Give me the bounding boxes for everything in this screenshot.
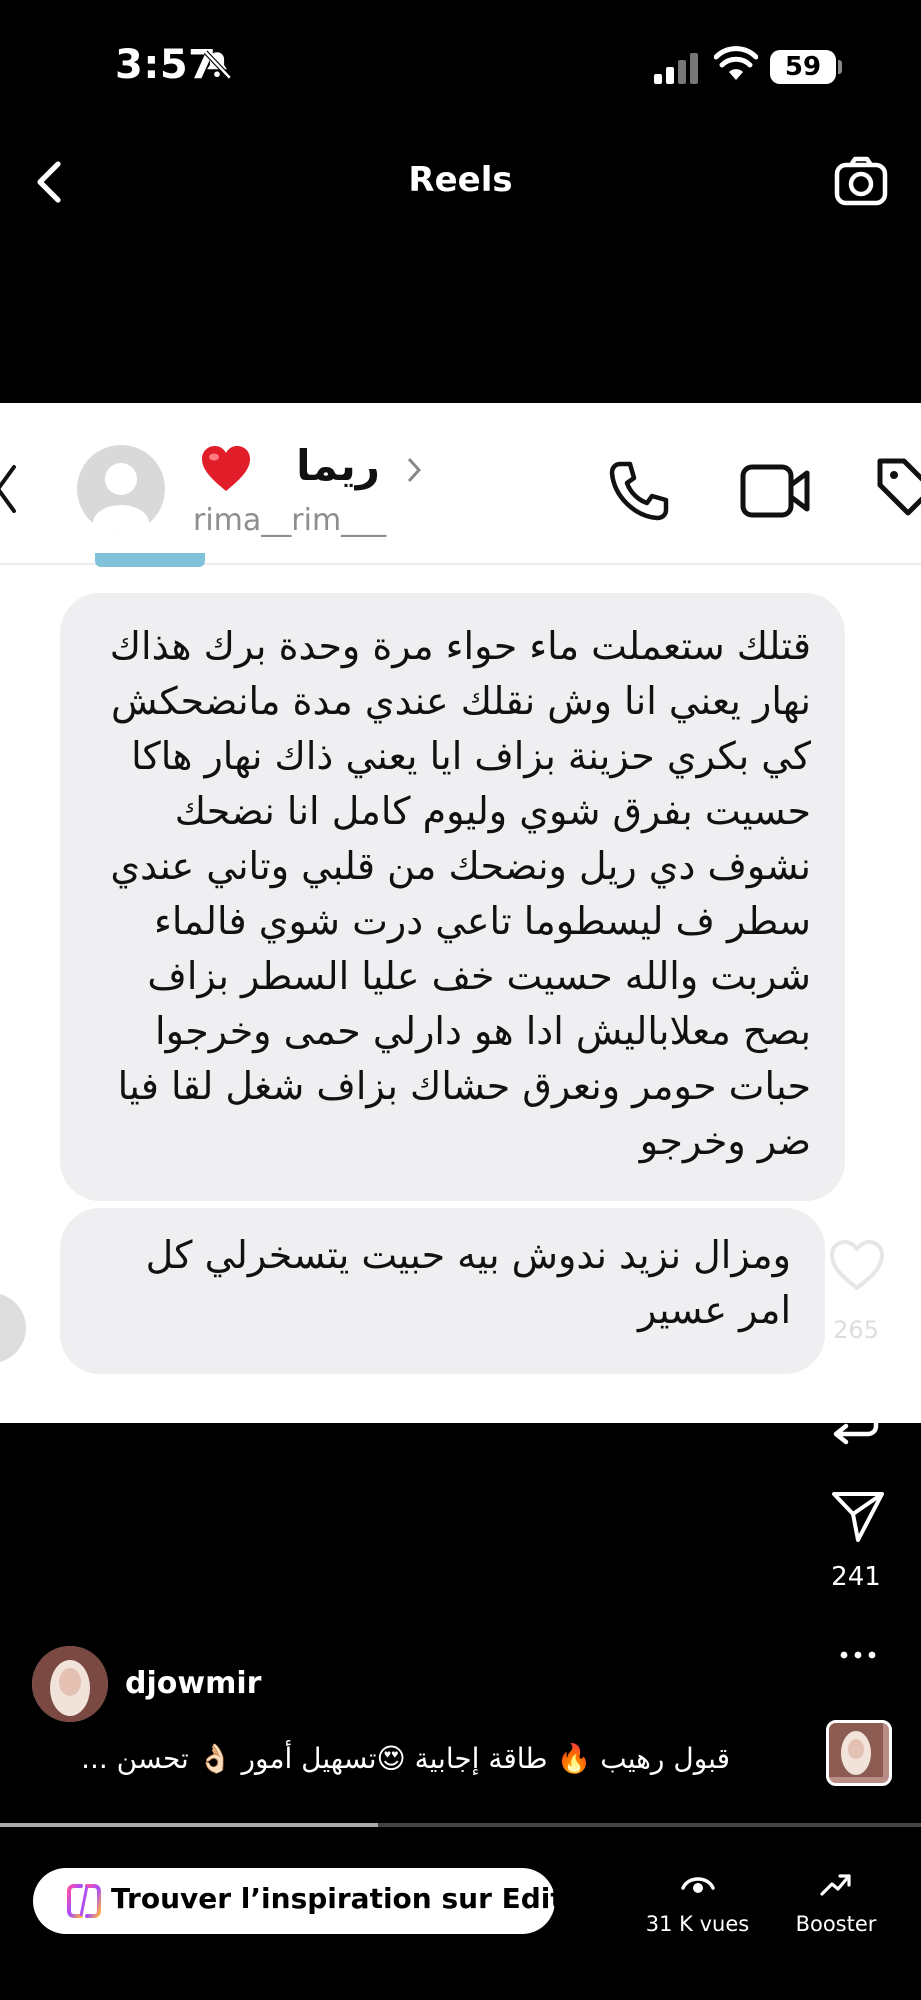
video-call-icon xyxy=(740,464,810,518)
audio-thumbnail[interactable] xyxy=(826,1720,892,1786)
sender-avatar xyxy=(0,1293,26,1363)
edits-button-label: Trouver l’inspiration sur Edits xyxy=(111,1882,581,1915)
chat-header: ريما rima__rim___ xyxy=(0,403,921,565)
battery-cap xyxy=(838,60,842,74)
chevron-right-icon xyxy=(407,457,422,483)
trending-up-icon[interactable] xyxy=(820,1870,852,1898)
like-count: 265 xyxy=(833,1316,879,1344)
edits-logo-icon xyxy=(67,1884,101,1918)
user-avatar[interactable] xyxy=(32,1646,108,1722)
more-options-icon[interactable] xyxy=(840,1646,876,1664)
post-caption[interactable]: قبول رهيب 🔥 طاقة إجابية 😍تسهيل أمور 👌🏻 ت… xyxy=(81,1742,730,1775)
video-progress-fill xyxy=(0,1823,378,1827)
cellular-signal-icon xyxy=(654,53,698,84)
red-heart-icon xyxy=(202,446,250,491)
share-count: 241 xyxy=(831,1562,881,1592)
phone-call-icon xyxy=(609,461,669,521)
wifi-icon xyxy=(714,46,758,80)
repost-icon[interactable] xyxy=(826,1380,886,1446)
contact-avatar xyxy=(77,445,165,533)
contact-handle: rima__rim___ xyxy=(193,503,387,538)
contact-name: ريما xyxy=(296,441,380,490)
contact-name-row: ريما xyxy=(200,441,440,501)
heart-like-icon[interactable] xyxy=(828,1238,886,1292)
username[interactable]: djowmir xyxy=(125,1666,261,1701)
tag-icon xyxy=(877,458,921,516)
eye-views-icon xyxy=(681,1877,715,1893)
cropped-text-fragment xyxy=(95,553,215,567)
send-share-icon[interactable] xyxy=(830,1488,886,1544)
battery-level: 59 xyxy=(770,50,836,84)
edits-inspiration-button[interactable]: Trouver l’inspiration sur Edits xyxy=(33,1868,580,1934)
chat-back-icon xyxy=(0,465,16,513)
boost-button-label[interactable]: Booster xyxy=(780,1912,892,1936)
message-bubble: ومزال نزيد ندوش بيه حبيت يتسخرلي كل امر … xyxy=(60,1208,825,1374)
reel-video-content[interactable]: ريما rima__rim___ قتلك ستعملت ماء حواء م… xyxy=(0,403,921,1423)
camera-icon[interactable] xyxy=(833,155,889,209)
message-bubble: قتلك ستعملت ماء حواء مرة وحدة برك هذاك ن… xyxy=(60,593,845,1201)
page-title: Reels xyxy=(408,160,513,200)
views-count-label: 31 K vues xyxy=(645,1912,750,1936)
silent-bell-icon xyxy=(203,50,232,80)
